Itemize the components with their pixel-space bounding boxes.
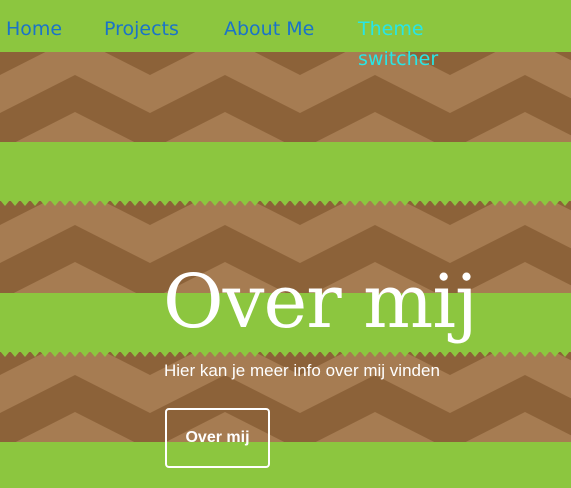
hero-title: Over mij	[163, 259, 478, 345]
nav-projects-link[interactable]: Projects	[104, 14, 179, 44]
nav-home-link[interactable]: Home	[6, 14, 62, 44]
over-mij-button[interactable]: Over mij	[165, 408, 270, 468]
hero-subtitle: Hier kan je meer info over mij vinden	[164, 361, 440, 380]
nav-about-me-link[interactable]: About Me	[224, 14, 314, 44]
top-navigation: Home Projects About Me Theme switcher	[0, 0, 571, 80]
grass-edge	[0, 198, 571, 206]
nav-theme-switcher-link[interactable]: Theme switcher	[358, 14, 468, 74]
grass-edge	[0, 349, 571, 357]
